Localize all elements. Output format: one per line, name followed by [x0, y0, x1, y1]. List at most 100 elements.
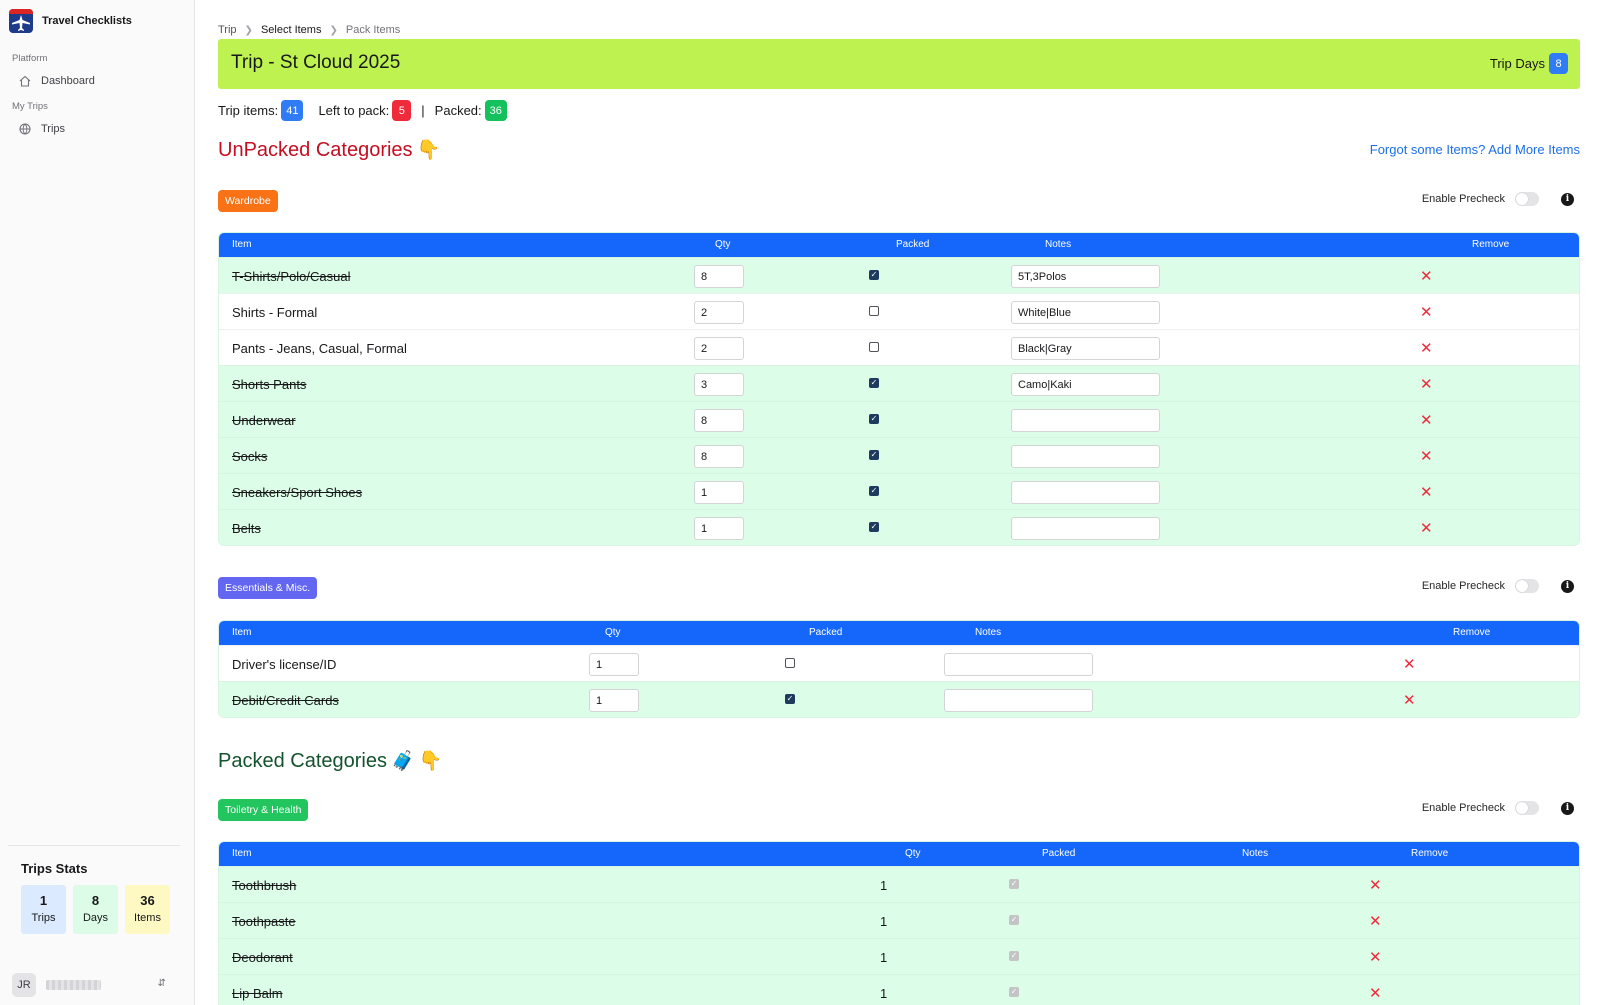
stat-days: 8 Days [73, 885, 118, 934]
section-title-text: UnPacked Categories [218, 139, 413, 161]
sidebar-item-dashboard[interactable]: Dashboard [19, 75, 95, 87]
user-menu[interactable]: JR ⇵ [12, 973, 172, 997]
stat-trips: 1 Trips [21, 885, 66, 934]
brand-name: Travel Checklists [42, 15, 132, 27]
packed-checkbox[interactable]: ✓ [869, 450, 879, 460]
precheck-label: Enable Precheck [1421, 802, 1505, 814]
close-icon[interactable]: ✕ [1420, 411, 1433, 429]
item-name: Underwear [232, 413, 296, 428]
qty-input[interactable] [694, 517, 744, 540]
info-icon[interactable]: i [1561, 579, 1574, 593]
close-icon[interactable]: ✕ [1420, 303, 1433, 321]
avatar: JR [12, 973, 36, 997]
section-mytrips-label: My Trips [12, 101, 48, 112]
info-icon[interactable]: i [1561, 192, 1574, 206]
col-item: Item [232, 848, 252, 859]
brand[interactable]: Travel Checklists [9, 9, 132, 33]
qty-input[interactable] [589, 653, 639, 676]
item-name: Driver's license/ID [232, 657, 337, 672]
packed-checkbox: ✓ [1009, 915, 1019, 925]
notes-input[interactable] [1011, 409, 1160, 432]
packed-checkbox[interactable]: ✓ [869, 522, 879, 532]
notes-input[interactable] [1011, 445, 1160, 468]
col-item: Item [232, 627, 252, 638]
qty-input[interactable] [694, 409, 744, 432]
add-more-items-link[interactable]: Forgot some Items? Add More Items [1370, 142, 1580, 157]
trip-days-badge: 8 [1549, 53, 1568, 74]
close-icon[interactable]: ✕ [1403, 691, 1416, 709]
table-header: Item Qty Packed Notes Remove [219, 842, 1579, 866]
close-icon[interactable]: ✕ [1420, 339, 1433, 357]
close-icon[interactable]: ✕ [1369, 912, 1382, 930]
chevron-right-icon: ❯ [329, 24, 338, 36]
notes-input[interactable] [1011, 517, 1160, 540]
breadcrumb-trip[interactable]: Trip [218, 24, 237, 36]
packed-checkbox[interactable]: ✓ [785, 694, 795, 704]
item-name: Deodorant [232, 950, 293, 965]
packed-checkbox[interactable]: ✓ [869, 414, 879, 424]
stat-label: Items [134, 912, 161, 924]
col-remove: Remove [1472, 239, 1510, 250]
category-wardrobe: Wardrobe [218, 190, 278, 212]
qty-input[interactable] [589, 689, 639, 712]
col-item: Item [232, 239, 252, 250]
close-icon[interactable]: ✕ [1420, 267, 1433, 285]
packed-label: Packed: [434, 103, 482, 118]
qty-input[interactable] [694, 481, 744, 504]
notes-input[interactable] [944, 653, 1093, 676]
col-notes: Notes [1242, 848, 1269, 859]
close-icon[interactable]: ✕ [1420, 375, 1433, 393]
notes-input[interactable] [1011, 265, 1160, 288]
qty-input[interactable] [694, 301, 744, 324]
notes-input[interactable] [1011, 373, 1160, 396]
home-icon [19, 75, 31, 87]
notes-input[interactable] [1011, 337, 1160, 360]
info-icon[interactable]: i [1561, 801, 1574, 815]
table-row: Driver's license/ID ✕ [219, 645, 1579, 681]
category-toiletry: Toiletry & Health [218, 799, 309, 821]
item-name: Pants - Jeans, Casual, Formal [232, 341, 407, 356]
close-icon[interactable]: ✕ [1403, 655, 1416, 673]
packed-checkbox[interactable] [869, 342, 879, 352]
notes-input[interactable] [1011, 301, 1160, 324]
close-icon[interactable]: ✕ [1420, 519, 1433, 537]
trip-banner: Trip - St Cloud 2025 Trip Days 8 [218, 39, 1580, 89]
precheck-toggle[interactable] [1515, 192, 1539, 206]
qty-value: 1 [880, 950, 888, 965]
notes-input[interactable] [1011, 481, 1160, 504]
precheck-essentials: Enable Precheck i [1422, 579, 1574, 593]
stat-label: Days [82, 912, 109, 924]
stat-value: 1 [39, 893, 48, 908]
close-icon[interactable]: ✕ [1369, 948, 1382, 966]
close-icon[interactable]: ✕ [1420, 447, 1433, 465]
qty-input[interactable] [694, 445, 744, 468]
qty-input[interactable] [694, 337, 744, 360]
close-icon[interactable]: ✕ [1420, 483, 1433, 501]
precheck-toggle[interactable] [1515, 579, 1539, 593]
notes-input[interactable] [944, 689, 1093, 712]
packed-checkbox[interactable]: ✓ [869, 378, 879, 388]
packed-badge: 36 [484, 100, 507, 121]
packed-checkbox[interactable]: ✓ [869, 486, 879, 496]
packed-checkbox[interactable] [869, 306, 879, 316]
item-name: Shorts Pants [232, 377, 307, 392]
table-row: Pants - Jeans, Casual, Formal ✕ [219, 329, 1579, 365]
qty-input[interactable] [694, 265, 744, 288]
qty-value: 1 [880, 878, 888, 893]
table-row: Debit/Credit Cards ✓ ✕ [219, 681, 1579, 717]
table-row: Sneakers/Sport Shoes ✓ ✕ [219, 473, 1579, 509]
trip-days: Trip Days 8 [1490, 53, 1568, 74]
packed-checkbox[interactable]: ✓ [869, 270, 879, 280]
precheck-toggle[interactable] [1515, 801, 1539, 815]
sidebar-item-trips[interactable]: Trips [19, 123, 65, 135]
table-row: Shorts Pants ✓ ✕ [219, 365, 1579, 401]
close-icon[interactable]: ✕ [1369, 984, 1382, 1002]
packed-checkbox[interactable] [785, 658, 795, 668]
col-packed: Packed [1042, 848, 1076, 859]
qty-input[interactable] [694, 373, 744, 396]
breadcrumb-select-items[interactable]: Select Items [261, 24, 322, 36]
user-name-redacted [46, 980, 101, 990]
breadcrumb: Trip ❯ Select Items ❯ Pack Items [218, 24, 400, 36]
close-icon[interactable]: ✕ [1369, 876, 1382, 894]
stat-label: Trips [31, 912, 56, 924]
